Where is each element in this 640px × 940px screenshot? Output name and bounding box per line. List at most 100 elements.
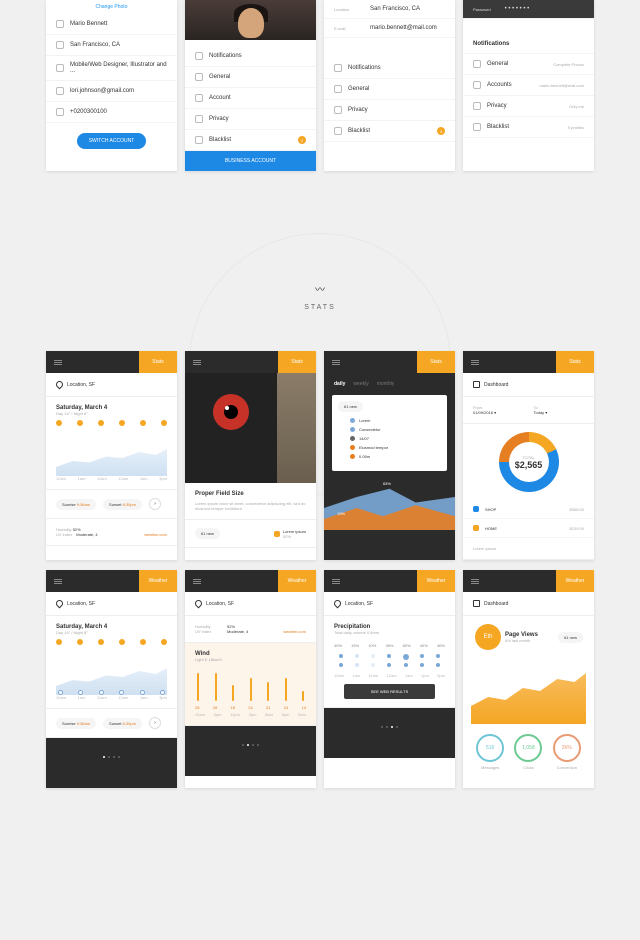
to-select[interactable]: Today ▾ [534, 410, 585, 415]
owl-image [185, 373, 316, 483]
item[interactable]: Privacy [348, 107, 368, 113]
grid-icon [473, 600, 480, 607]
legend-dot [350, 427, 355, 432]
sun-icon [56, 420, 62, 426]
stats-card-owl: Stats Proper Field Size Lorem ipsum dolo… [185, 351, 316, 560]
new-pill: 61 new [195, 528, 220, 539]
pin-icon [55, 380, 65, 390]
item[interactable]: General [487, 61, 508, 67]
precip-dots [334, 648, 445, 673]
from-select[interactable]: 01/09/2016 ▾ [473, 410, 524, 415]
donut-chart: TOTAL$2,565 [499, 432, 559, 492]
home-icon [274, 531, 280, 537]
stats-section-header: 〰 STATS [0, 181, 640, 351]
sun-icon [161, 420, 167, 426]
location: Location, SF [67, 601, 95, 607]
item[interactable]: Account [209, 95, 231, 101]
legend-dot [350, 454, 355, 459]
mail-icon [56, 87, 64, 95]
temp-chart [56, 436, 167, 476]
profile-card-1: Change Photo Mario Bennett San Francisco… [46, 0, 177, 171]
change-photo-link[interactable]: Change Photo [46, 0, 177, 14]
menu-icon[interactable] [54, 360, 62, 365]
menu-icon[interactable] [193, 579, 201, 584]
val: San Francisco, CA [370, 6, 420, 12]
name: Mario Bennett [70, 21, 107, 27]
tab-weekly[interactable]: weekly [353, 381, 368, 387]
ring-clicks[interactable]: 1,058 [514, 734, 542, 762]
tag: Weather [556, 570, 594, 592]
lock-icon [473, 102, 481, 110]
item[interactable]: Privacy [487, 103, 507, 109]
menu-icon[interactable] [54, 579, 62, 584]
item[interactable]: Blacklist [348, 128, 370, 134]
tab-daily[interactable]: daily [334, 381, 345, 387]
item[interactable]: General [209, 74, 230, 80]
sunset-chip: Sunset 6:30pm [103, 718, 142, 729]
city: San Francisco, CA [70, 42, 120, 48]
menu-icon[interactable] [471, 360, 479, 365]
business-account-button[interactable]: BUSINESS ACCOUNT [185, 151, 316, 171]
arrow-right-icon[interactable]: › [149, 717, 161, 729]
item[interactable]: Blacklist [209, 137, 231, 143]
title: Dashboard [484, 601, 508, 607]
sunrise-chip: Sunrise 9:36am [56, 499, 96, 510]
ring-messages[interactable]: 516 [476, 734, 504, 762]
stats-card-dashboard: Stats Dashboard From01/09/2016 ▾ ToToday… [463, 351, 594, 560]
pin-icon [56, 41, 64, 49]
arrow-right-icon[interactable]: › [149, 498, 161, 510]
item[interactable]: Notifications [348, 65, 381, 71]
profile-card-2: Notifications General Account Privacy Bl… [185, 0, 316, 171]
new-pill: 61 new [558, 632, 583, 643]
pageview-chart [471, 664, 586, 724]
badge: 2 [298, 136, 306, 144]
tag: Weather [139, 570, 177, 592]
tag: Stats [278, 351, 316, 373]
email: lori.johnson@gmail.com [70, 88, 134, 94]
item[interactable]: Accounts [487, 82, 512, 88]
sun-icon [119, 639, 125, 645]
user-icon [195, 94, 203, 102]
profile-card-3: LocationSan Francisco, CA E-mailmario.be… [324, 0, 455, 171]
sun-icon [98, 420, 104, 426]
location: Location, SF [345, 601, 373, 607]
item[interactable]: Privacy [209, 116, 229, 122]
gear-icon [473, 60, 481, 68]
sun-icon [161, 639, 167, 645]
title: Dashboard [484, 382, 508, 388]
wave-chart: 63% 15% [324, 475, 455, 530]
legend-dot [350, 436, 355, 441]
switch-account-button[interactable]: SWITCH ACCOUNT [77, 133, 147, 149]
val: 5 profiles [568, 125, 584, 130]
label: Location [334, 7, 364, 12]
item[interactable]: Notifications [209, 53, 242, 59]
card-body: Lorem ipsum dolor sit amet, consectetur … [195, 501, 306, 511]
card-title: Proper Field Size [195, 491, 306, 497]
menu-icon[interactable] [332, 360, 340, 365]
weather-card-4: Weather Dashboard Eth Page Views6% last … [463, 570, 594, 788]
tab-monthly[interactable]: monthly [377, 381, 395, 387]
item[interactable]: Blacklist [487, 124, 509, 130]
sun-icon [56, 639, 62, 645]
menu-icon[interactable] [332, 579, 340, 584]
tag: Stats [556, 351, 594, 373]
block-icon [195, 136, 203, 144]
item[interactable]: General [348, 86, 369, 92]
legend-dot [350, 445, 355, 450]
eth-badge: Eth [475, 624, 501, 650]
home-icon [473, 525, 479, 531]
ring-conversion[interactable]: 36% [553, 734, 581, 762]
menu-icon[interactable] [471, 579, 479, 584]
web-results-button[interactable]: SEE WEB RESULTS [344, 684, 435, 699]
block-icon [473, 123, 481, 131]
new-pill: 61 new [338, 401, 363, 412]
gear-icon [334, 85, 342, 93]
phone-icon [56, 108, 64, 116]
phone: +0200300100 [70, 109, 107, 115]
pct: 63% [383, 481, 391, 486]
val: Complete Photos [553, 62, 584, 67]
sunset-chip: Sunset 6:30pm [103, 499, 142, 510]
pv-title: Page Views [505, 632, 538, 638]
menu-icon[interactable] [193, 360, 201, 365]
weather-card-3: Weather Location, SF Precipitation Total… [324, 570, 455, 788]
